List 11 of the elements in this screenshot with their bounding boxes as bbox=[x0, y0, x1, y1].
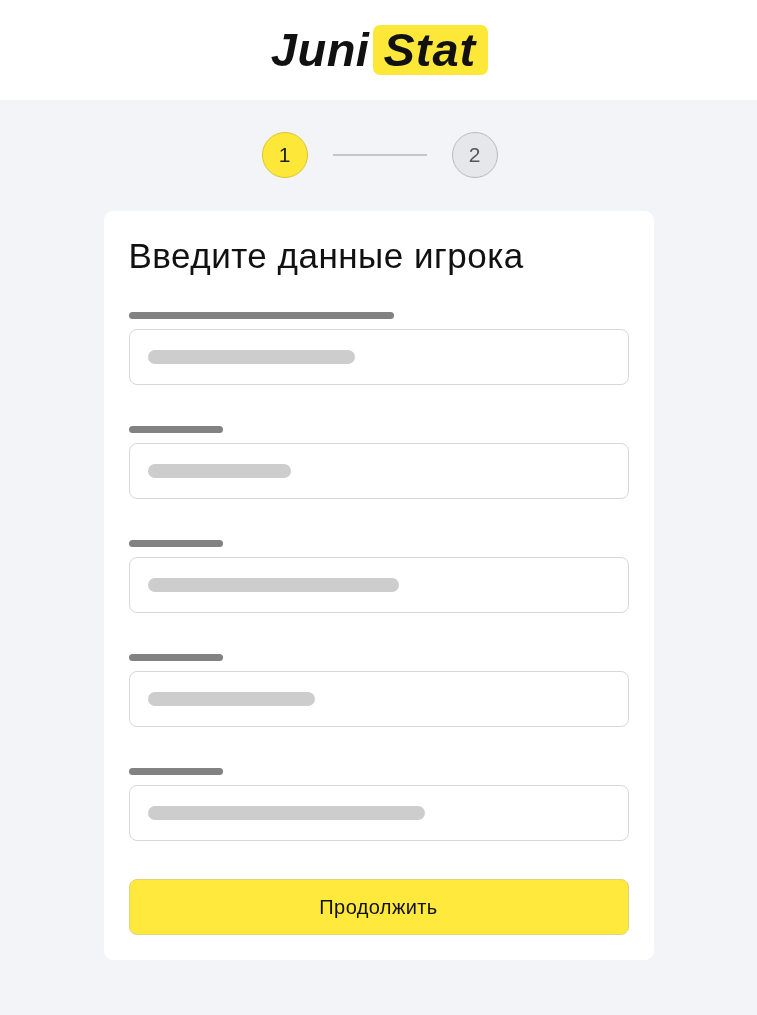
input-field[interactable] bbox=[128, 557, 629, 613]
input-field[interactable] bbox=[128, 329, 629, 385]
input-field[interactable] bbox=[128, 671, 629, 727]
step-indicator: 1 bbox=[261, 132, 308, 178]
step-indicator: 2 bbox=[451, 132, 498, 178]
logo-highlight-tag: Stat bbox=[373, 25, 489, 75]
continue-button[interactable]: Продолжить bbox=[128, 879, 629, 935]
input-field[interactable] bbox=[128, 443, 629, 499]
input-field[interactable] bbox=[128, 785, 629, 841]
form-title: Введите данные игрока bbox=[128, 235, 525, 277]
logo-text: Juni bbox=[270, 25, 370, 75]
